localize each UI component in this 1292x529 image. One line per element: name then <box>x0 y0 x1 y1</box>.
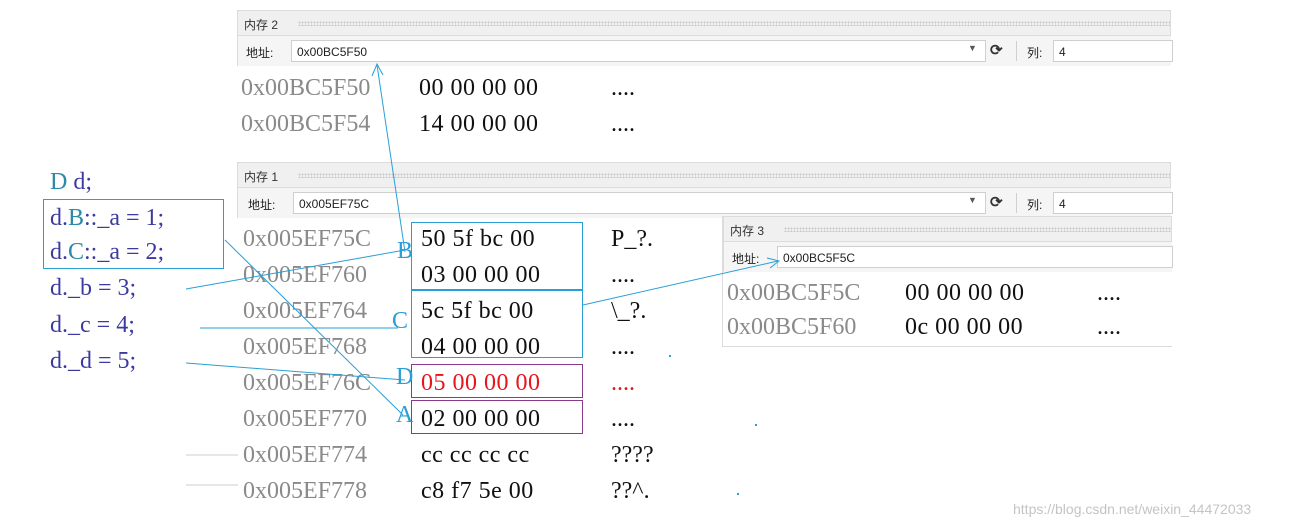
line-b-to-bc <box>185 249 406 290</box>
arrow-b-to-memory-2 <box>376 64 406 253</box>
annotation-arrows <box>185 62 781 486</box>
arrow-c-to-memory-3 <box>582 260 779 306</box>
stray-mark <box>755 424 757 426</box>
line-d-to-value <box>185 362 406 381</box>
stray-mark <box>737 493 739 495</box>
watermark: https://blog.csdn.net/weixin_44472033 <box>1013 501 1252 517</box>
stray-mark <box>669 355 671 357</box>
